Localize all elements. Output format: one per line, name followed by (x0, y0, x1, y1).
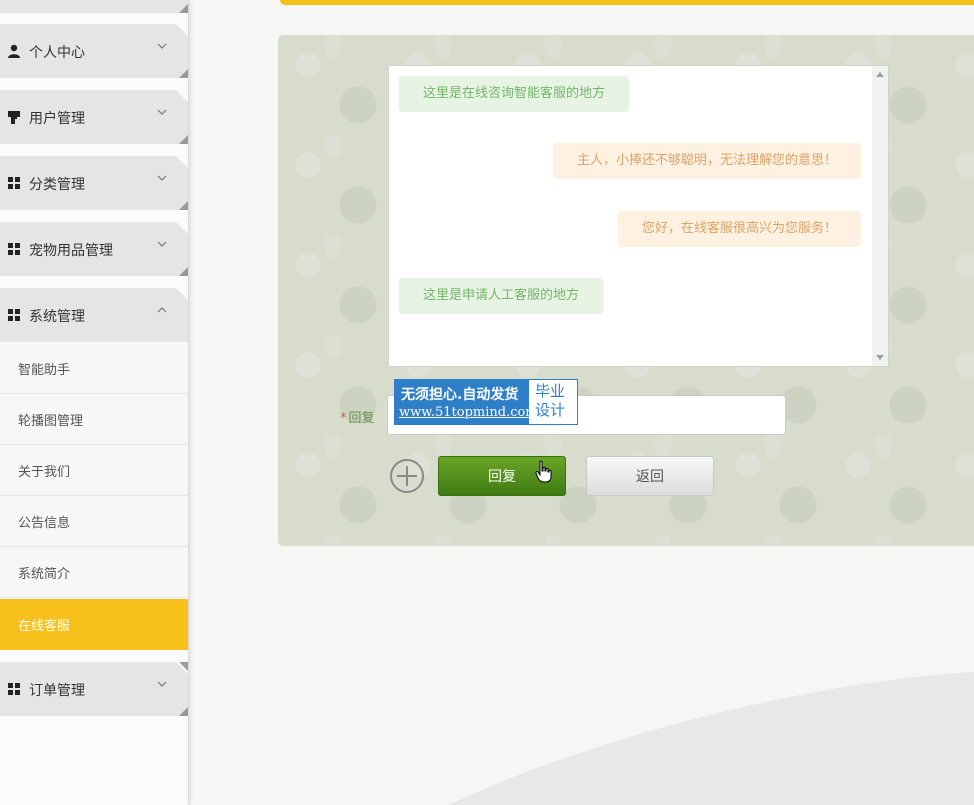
sidebar-subitem-label: 公告信息 (18, 516, 71, 531)
chevron-down-icon (157, 43, 167, 49)
chevron-down-icon (157, 175, 167, 181)
chat-message-list[interactable]: 这里是在线咨询智能客服的地方 主人，小捧还不够聪明，无法理解您的意思！ 您好，在… (388, 65, 889, 367)
chevron-down-icon (157, 681, 167, 687)
watermark-slogan: 无须担心.自动发货 (401, 387, 519, 403)
hand-cursor-icon (535, 460, 552, 483)
sidebar-menu-user-management[interactable]: 用户管理 (0, 90, 188, 144)
required-mark: * (340, 411, 347, 426)
chevron-up-icon (157, 307, 167, 313)
sidebar-subitem-label: 关于我们 (18, 465, 71, 480)
sidebar-subitem-label: 在线客服 (18, 619, 71, 634)
sidebar-subitem-label: 系统简介 (18, 567, 71, 582)
scroll-up-arrow-icon[interactable] (876, 72, 884, 77)
watermark-tag-2: 设计 (535, 401, 566, 419)
reply-label-text: 回复 (348, 411, 375, 426)
sidebar-menu-order-management[interactable]: 订单管理 (0, 662, 188, 716)
chat-scrollbar[interactable] (872, 66, 888, 366)
scroll-down-arrow-icon[interactable] (876, 355, 884, 360)
chat-message: 主人，小捧还不够聪明，无法理解您的意思！ (552, 143, 861, 179)
add-attachment-icon[interactable] (389, 458, 425, 494)
chat-message: 这里是在线咨询智能客服的地方 (399, 76, 630, 112)
sidebar-menu-personal-center[interactable]: 个人中心 (0, 24, 188, 78)
stamp-icon (8, 111, 20, 124)
sidebar-subitem-carousel-management[interactable]: 轮播图管理 (0, 394, 188, 445)
sidebar-subitem-about-us[interactable]: 关于我们 (0, 445, 188, 496)
grid-icon (8, 243, 20, 255)
sidebar-menu-partial (0, 0, 188, 13)
watermark-url: www.51topmind.com (399, 405, 538, 420)
grid-icon (8, 309, 20, 321)
sidebar-menu-pet-supplies-management[interactable]: 宠物用品管理 (0, 222, 188, 276)
return-button[interactable]: 返回 (586, 456, 714, 496)
sidebar-menu-label: 系统管理 (29, 309, 85, 325)
chat-panel: 这里是在线咨询智能客服的地方 主人，小捧还不够聪明，无法理解您的意思！ 您好，在… (278, 35, 974, 546)
sidebar-menu-label: 分类管理 (29, 177, 85, 193)
chat-message: 这里是申请人工客服的地方 (399, 278, 604, 314)
grid-icon (8, 683, 20, 695)
sidebar-menu-category-management[interactable]: 分类管理 (0, 156, 188, 210)
chat-message: 您好，在线客服很高兴为您服务！ (617, 211, 861, 247)
chevron-down-icon (157, 241, 167, 247)
sidebar-subitem-announcements[interactable]: 公告信息 (0, 496, 188, 547)
sidebar-menu-system-management[interactable]: 系统管理 (0, 288, 188, 342)
header-accent-strip (280, 0, 974, 5)
watermark-logo: 无须担心.自动发货 www.51topmind.com 毕业 设计 (394, 379, 578, 425)
sidebar-subitem-label: 智能助手 (18, 363, 71, 378)
sidebar-menu-label: 个人中心 (29, 45, 85, 61)
grid-icon (8, 177, 20, 189)
sidebar-subitem-system-intro[interactable]: 系统简介 (0, 547, 188, 598)
sidebar-subitem-online-service[interactable]: 在线客服 (0, 599, 188, 650)
background-curve (448, 672, 974, 805)
watermark-tag-1: 毕业 (535, 382, 566, 400)
sidebar: 个人中心 用户管理 分类管理 宠物用品管理 系统管理 智能助手 轮播图管理 关于… (0, 0, 189, 805)
user-icon (8, 44, 20, 58)
reply-field-label: * 回复 (340, 407, 375, 426)
sidebar-subitem-label: 轮播图管理 (18, 414, 84, 429)
sidebar-menu-label: 用户管理 (29, 111, 85, 127)
chevron-down-icon (157, 109, 167, 115)
sidebar-menu-label: 宠物用品管理 (29, 243, 113, 259)
sidebar-menu-label: 订单管理 (29, 683, 85, 699)
sidebar-subitem-smart-assistant[interactable]: 智能助手 (0, 343, 188, 394)
